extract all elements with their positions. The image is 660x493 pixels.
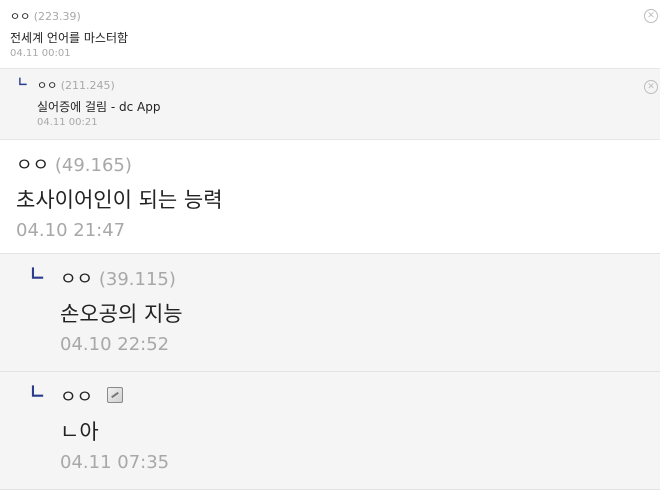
author-name[interactable]: ㅇㅇ	[37, 79, 57, 92]
comment-item: ㅇㅇ (223.39) 전세계 언어를 마스터함 04.11 00:01 ✕	[0, 0, 660, 69]
author-ip: (223.39)	[33, 10, 81, 23]
comment-text: ㄴ아	[60, 420, 99, 444]
close-icon[interactable]: ✕	[644, 80, 658, 94]
comment-item: ㅇㅇ (49.165) 초사이어인이 되는 능력 04.10 21:47	[0, 140, 660, 254]
close-icon[interactable]: ✕	[644, 9, 658, 23]
comment-author[interactable]: ㅇㅇ	[60, 383, 123, 409]
author-name[interactable]: ㅇㅇ	[60, 269, 93, 290]
fixed-nick-memo-icon	[106, 387, 123, 403]
comment-author[interactable]: ㅇㅇ (211.245)	[37, 77, 115, 93]
comment-date: 04.10 21:47	[16, 220, 126, 241]
author-ip: (211.245)	[60, 79, 115, 92]
comment-author[interactable]: ㅇㅇ (49.165)	[16, 151, 132, 177]
author-name[interactable]: ㅇㅇ	[10, 10, 30, 23]
comment-text: 전세계 언어를 마스터함	[10, 31, 129, 45]
reply-arrow-icon: ∟	[30, 264, 46, 285]
comment-text: 실어증에 걸림 - dc App	[37, 100, 161, 114]
comment-date: 04.11 00:21	[37, 117, 98, 128]
comment-author[interactable]: ㅇㅇ (39.115)	[60, 265, 176, 291]
author-name[interactable]: ㅇㅇ	[60, 387, 93, 408]
comment-item-reply: ∟ ㅇㅇ (39.115) 손오공의 지능 04.10 22:52	[0, 254, 660, 372]
author-name[interactable]: ㅇㅇ	[16, 155, 49, 176]
comment-date: 04.11 00:01	[10, 48, 71, 59]
comment-text: 손오공의 지능	[60, 302, 183, 326]
comment-date: 04.11 07:35	[60, 452, 170, 473]
comment-item-reply: ∟ ㅇㅇ ㄴ아 04.11 07:35	[0, 372, 660, 490]
author-ip: (39.115)	[98, 269, 176, 290]
comment-date: 04.10 22:52	[60, 334, 170, 355]
comment-author[interactable]: ㅇㅇ (223.39)	[10, 8, 81, 24]
reply-arrow-icon: ∟	[18, 75, 29, 89]
reply-arrow-icon: ∟	[30, 382, 46, 403]
comment-text: 초사이어인이 되는 능력	[16, 188, 223, 212]
author-ip: (49.165)	[54, 155, 132, 176]
comment-item-reply: ∟ ㅇㅇ (211.245) 실어증에 걸림 - dc App 04.11 00…	[0, 69, 660, 140]
